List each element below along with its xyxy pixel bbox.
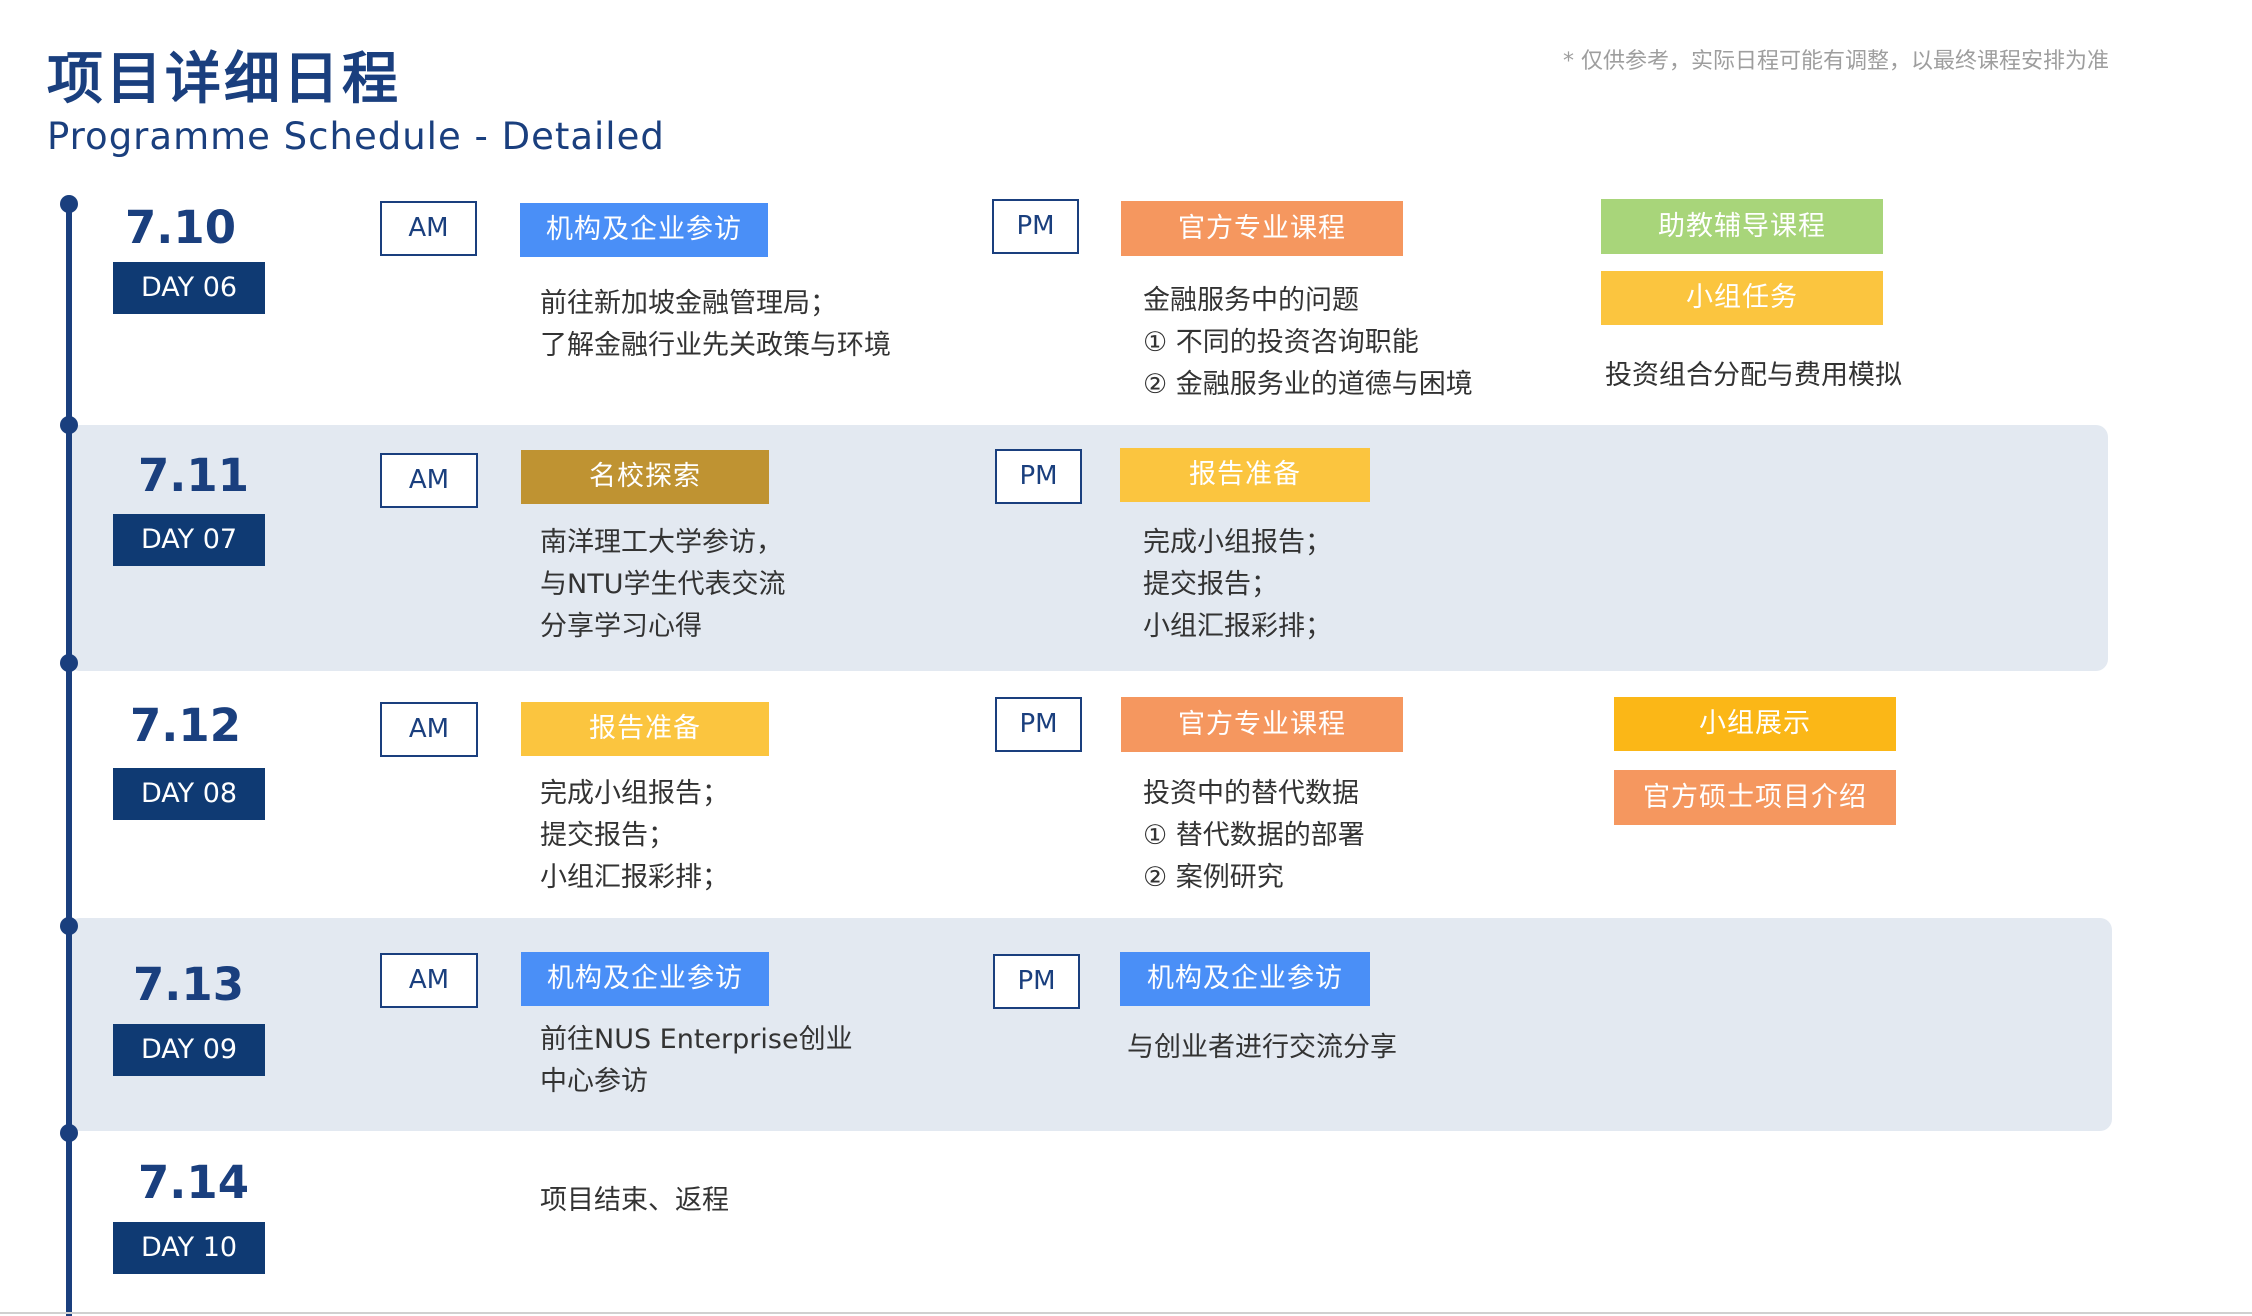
- description-line: 小组汇报彩排；: [1143, 611, 1332, 642]
- day-badge: DAY 06: [113, 262, 265, 314]
- description-line: 提交报告；: [1143, 569, 1278, 600]
- row-band-day-07: [68, 425, 2108, 671]
- row-band-day-09: [68, 918, 2112, 1131]
- disclaimer-note: * 仅供参考，实际日程可能有调整，以最终课程安排为准: [1563, 49, 2109, 74]
- pm-description: 与创业者进行交流分享: [1127, 1032, 1397, 1063]
- activity-tag: 机构及企业参访: [520, 203, 768, 257]
- timeline-line: [66, 202, 72, 1316]
- timeline-dot: [60, 917, 78, 935]
- bottom-divider: [0, 1312, 2252, 1314]
- day-badge: DAY 07: [113, 514, 265, 566]
- date-label: 7.13: [133, 958, 245, 1011]
- pm-slot-label: PM: [992, 199, 1079, 254]
- description-line: ② 金融服务业的道德与困境: [1143, 369, 1473, 400]
- activity-tag: 小组任务: [1601, 271, 1883, 325]
- description-line: 完成小组报告；: [540, 778, 729, 809]
- pm-description: 金融服务中的问题 ① 不同的投资咨询职能 ② 金融服务业的道德与困境: [1143, 280, 1473, 406]
- description-line: 了解金融行业先关政策与环境: [540, 330, 891, 361]
- am-slot-label: AM: [380, 953, 478, 1008]
- description-line: 南洋理工大学参访，: [540, 527, 783, 558]
- timeline-dot: [60, 1124, 78, 1142]
- description-line: 金融服务中的问题: [1143, 285, 1359, 316]
- extra-description: 投资组合分配与费用模拟: [1605, 360, 1902, 391]
- am-description: 完成小组报告； 提交报告； 小组汇报彩排；: [540, 773, 729, 899]
- timeline-dot: [60, 416, 78, 434]
- day-badge: DAY 08: [113, 768, 265, 820]
- date-label: 7.11: [138, 449, 250, 502]
- am-slot-label: AM: [380, 453, 478, 508]
- description-line: 前往新加坡金融管理局；: [540, 288, 837, 319]
- day-badge: DAY 09: [113, 1024, 265, 1076]
- activity-tag: 助教辅导课程: [1601, 199, 1883, 254]
- page-subtitle: Programme Schedule - Detailed: [47, 115, 665, 158]
- activity-tag: 机构及企业参访: [521, 952, 769, 1006]
- date-label: 7.10: [125, 201, 237, 254]
- am-slot-label: AM: [380, 702, 478, 757]
- pm-slot-label: PM: [993, 954, 1080, 1009]
- activity-tag: 官方专业课程: [1121, 201, 1403, 256]
- activity-tag: 报告准备: [1120, 448, 1370, 502]
- description-line: 分享学习心得: [540, 611, 702, 642]
- timeline-dot: [60, 654, 78, 672]
- activity-tag: 官方硕士项目介绍: [1614, 770, 1896, 825]
- day-description: 项目结束、返程: [540, 1185, 729, 1216]
- activity-tag: 官方专业课程: [1121, 697, 1403, 752]
- description-line: 投资中的替代数据: [1143, 778, 1359, 809]
- day-badge: DAY 10: [113, 1222, 265, 1274]
- pm-slot-label: PM: [995, 449, 1082, 504]
- activity-tag: 报告准备: [521, 702, 769, 756]
- description-line: 小组汇报彩排；: [540, 862, 729, 893]
- description-line: 完成小组报告；: [1143, 527, 1332, 558]
- activity-tag: 名校探索: [521, 450, 769, 504]
- description-line: 中心参访: [540, 1066, 648, 1097]
- description-line: 前往NUS Enterprise创业: [540, 1024, 853, 1055]
- am-description: 南洋理工大学参访， 与NTU学生代表交流 分享学习心得: [540, 522, 785, 648]
- am-slot-label: AM: [380, 201, 477, 256]
- pm-description: 投资中的替代数据 ① 替代数据的部署 ② 案例研究: [1143, 773, 1365, 899]
- timeline-dot: [60, 195, 78, 213]
- activity-tag: 小组展示: [1614, 697, 1896, 751]
- am-description: 前往新加坡金融管理局； 了解金融行业先关政策与环境: [540, 283, 891, 367]
- am-description: 前往NUS Enterprise创业 中心参访: [540, 1019, 853, 1103]
- description-line: 提交报告；: [540, 820, 675, 851]
- date-label: 7.14: [138, 1156, 250, 1209]
- description-line: ① 不同的投资咨询职能: [1143, 327, 1419, 358]
- date-label: 7.12: [130, 699, 242, 752]
- description-line: ① 替代数据的部署: [1143, 820, 1365, 851]
- description-line: 与NTU学生代表交流: [540, 569, 786, 600]
- pm-description: 完成小组报告； 提交报告； 小组汇报彩排；: [1143, 522, 1332, 648]
- page-title: 项目详细日程: [47, 47, 401, 112]
- description-line: ② 案例研究: [1143, 862, 1284, 893]
- pm-slot-label: PM: [995, 697, 1082, 752]
- activity-tag: 机构及企业参访: [1120, 952, 1370, 1006]
